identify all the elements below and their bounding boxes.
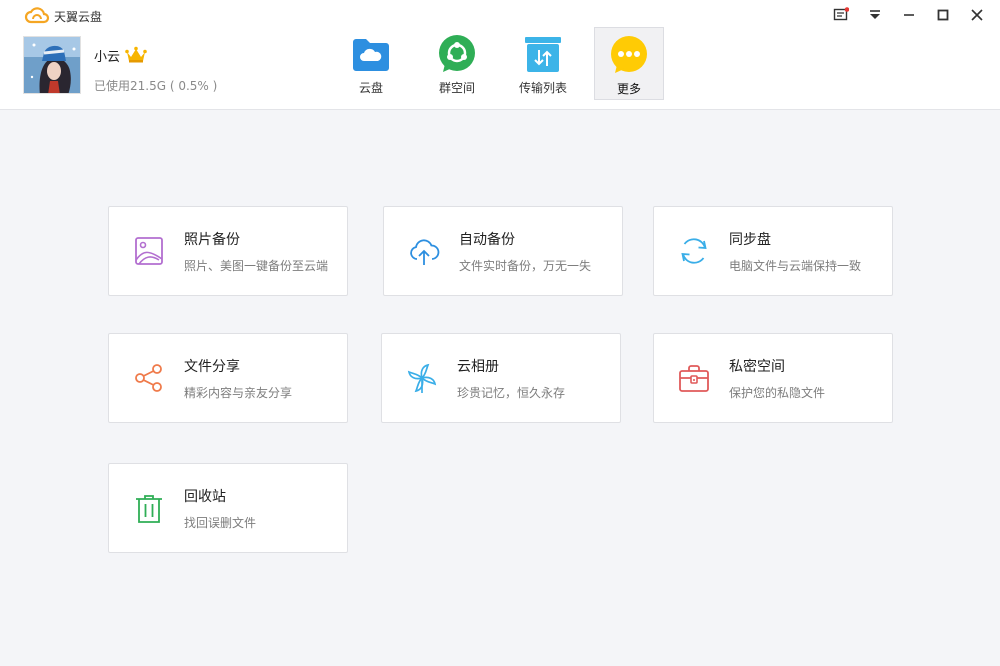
- app-logo-icon: [24, 7, 50, 24]
- lock-bag-icon: [679, 365, 709, 392]
- card-title: 同步盘: [729, 231, 771, 248]
- card-text: 照片备份 照片、美图一键备份至云端: [184, 229, 328, 274]
- card-desc: 珍贵记忆，恒久永存: [457, 385, 566, 400]
- maximize-icon: [937, 9, 949, 21]
- card-desc: 保护您的私隐文件: [729, 385, 826, 400]
- pinwheel-icon: [407, 363, 437, 393]
- maximize-button[interactable]: [926, 4, 960, 26]
- feature-recycle-bin[interactable]: 回收站 找回误删文件: [108, 463, 348, 553]
- nav-more[interactable]: 更多: [594, 27, 664, 100]
- vip-crown-icon[interactable]: [125, 46, 147, 64]
- profile-info: 小云 已使用21.5G ( 0.5% ): [94, 36, 217, 94]
- photo-icon: [135, 237, 163, 265]
- card-desc: 文件实时备份，万无一失: [459, 258, 592, 273]
- card-text: 自动备份 文件实时备份，万无一失: [459, 229, 591, 274]
- card-title: 照片备份: [184, 231, 240, 248]
- feature-auto-backup[interactable]: 自动备份 文件实时备份，万无一失: [383, 206, 623, 296]
- nav-group-space[interactable]: 群空间: [422, 27, 492, 100]
- card-title: 自动备份: [459, 231, 515, 248]
- close-icon: [971, 9, 983, 21]
- close-button[interactable]: [960, 4, 994, 26]
- sync-icon: [681, 238, 707, 264]
- minimize-button[interactable]: [892, 4, 926, 26]
- share-icon: [135, 364, 162, 392]
- minimize-icon: [904, 14, 914, 16]
- feature-cloud-album[interactable]: 云相册 珍贵记忆，恒久永存: [381, 333, 621, 423]
- card-text: 云相册 珍贵记忆，恒久永存: [457, 356, 565, 401]
- card-text: 回收站 找回误删文件: [184, 486, 256, 531]
- app-title: 天翼云盘: [54, 9, 103, 24]
- nav-label: 更多: [616, 82, 641, 96]
- cloud-upload-icon: [410, 239, 440, 265]
- group-space-icon: [439, 35, 475, 72]
- nav-transfer-list[interactable]: 传输列表: [508, 27, 578, 100]
- card-text: 同步盘 电脑文件与云端保持一致: [729, 229, 861, 274]
- menu-dropdown-button[interactable]: [858, 4, 892, 26]
- username-row: 小云: [94, 45, 217, 65]
- card-desc: 照片、美图一键备份至云端: [184, 258, 329, 273]
- username: 小云: [94, 49, 121, 65]
- user-profile: 小云 已使用21.5G ( 0.5% ): [23, 36, 217, 94]
- avatar[interactable]: [23, 36, 81, 94]
- card-title: 云相册: [457, 358, 499, 375]
- card-title: 私密空间: [729, 358, 785, 375]
- nav-label: 群空间: [438, 81, 475, 95]
- card-desc: 找回误删文件: [184, 515, 257, 530]
- feature-private-space[interactable]: 私密空间 保护您的私隐文件: [653, 333, 893, 423]
- message-button[interactable]: [824, 4, 858, 26]
- avatar-image: [24, 37, 80, 93]
- storage-usage: 已使用21.5G ( 0.5% ): [94, 79, 218, 93]
- card-desc: 电脑文件与云端保持一致: [729, 258, 862, 273]
- card-title: 文件分享: [184, 358, 240, 375]
- app-title-bar: 天翼云盘: [24, 6, 102, 26]
- nav-label: 传输列表: [518, 81, 567, 95]
- transfer-list-icon: [525, 37, 561, 72]
- card-text: 私密空间 保护您的私隐文件: [729, 356, 825, 401]
- window-controls: [824, 4, 994, 26]
- trash-icon: [136, 495, 162, 523]
- message-icon: [833, 7, 849, 21]
- nav-cloud-disk[interactable]: 云盘: [336, 27, 406, 100]
- cloud-folder-icon: [353, 39, 389, 71]
- feature-sync-disk[interactable]: 同步盘 电脑文件与云端保持一致: [653, 206, 893, 296]
- card-desc: 精彩内容与亲友分享: [184, 385, 293, 400]
- card-title: 回收站: [184, 488, 226, 505]
- chevron-down-icon: [870, 10, 880, 19]
- nav-label: 云盘: [358, 81, 383, 95]
- feature-file-share[interactable]: 文件分享 精彩内容与亲友分享: [108, 333, 348, 423]
- top-header: 天翼云盘 小云 已使用21.5G (0.5%) 云盘 群空间 传输列表 更多: [0, 0, 1000, 110]
- card-text: 文件分享 精彩内容与亲友分享: [184, 356, 292, 401]
- more-icon: [611, 36, 647, 73]
- feature-photo-backup[interactable]: 照片备份 照片、美图一键备份至云端: [108, 206, 348, 296]
